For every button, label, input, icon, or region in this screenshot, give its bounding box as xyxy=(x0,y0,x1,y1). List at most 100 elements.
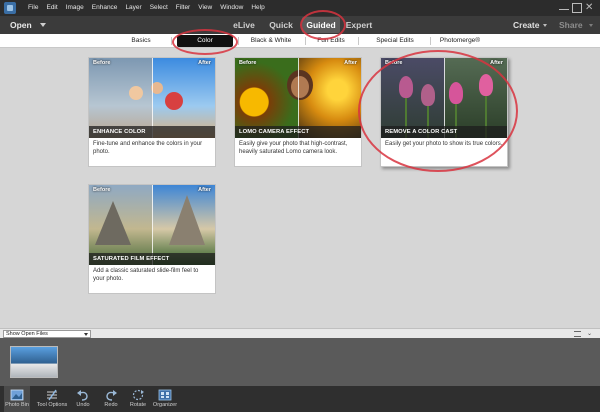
tab-quick[interactable]: Quick xyxy=(268,16,294,34)
subtab-photomerge[interactable]: Photomerge® xyxy=(432,34,488,48)
tab-expert[interactable]: Expert xyxy=(344,16,374,34)
person-face xyxy=(291,76,309,98)
tool-options-label: Tool Options xyxy=(36,402,68,408)
menu-window[interactable]: Window xyxy=(216,0,247,16)
undo-icon xyxy=(77,390,88,401)
subtab-divider xyxy=(238,37,239,45)
redo-icon xyxy=(106,390,117,401)
cliff-shape xyxy=(95,201,131,245)
collapse-chevron-icon[interactable]: ⌄ xyxy=(587,331,592,337)
menu-help[interactable]: Help xyxy=(247,0,268,16)
rotate-icon xyxy=(132,389,144,401)
rotate-label: Rotate xyxy=(129,402,147,408)
subtab-color[interactable]: Color xyxy=(177,35,233,47)
show-open-files-select[interactable]: Show Open Files xyxy=(3,330,91,338)
menu-image[interactable]: Image xyxy=(62,0,88,16)
guided-category-tabs: Basics Color Black & White Fun Edits Spe… xyxy=(0,34,600,48)
bin-menu-icon[interactable] xyxy=(574,331,581,337)
person-figure xyxy=(129,86,143,100)
subtab-divider xyxy=(305,37,306,45)
after-label: After xyxy=(198,187,211,193)
maximize-icon[interactable] xyxy=(572,3,582,13)
subtab-special-edits[interactable]: Special Edits xyxy=(360,34,430,48)
photo-bin-button[interactable]: Photo Bin xyxy=(4,386,30,412)
card-preview-image: Before After REMOVE A COLOR CAST xyxy=(381,58,507,138)
photo-bin-label: Photo Bin xyxy=(5,402,29,408)
bottom-toolbar: Photo Bin Tool Options Undo Redo Rotate … xyxy=(0,386,600,412)
menu-view[interactable]: View xyxy=(194,0,216,16)
create-button[interactable]: Create xyxy=(513,16,539,34)
menu-select[interactable]: Select xyxy=(146,0,172,16)
photo-thumbnail[interactable] xyxy=(10,346,58,378)
guided-edits-gallery: Before After ENHANCE COLOR Fine-tune and… xyxy=(0,48,600,328)
card-remove-a-color-cast[interactable]: Before After REMOVE A COLOR CAST Easily … xyxy=(380,57,508,167)
after-label: After xyxy=(344,60,357,66)
organizer-button[interactable]: Organizer xyxy=(150,386,180,412)
share-chevron-down-icon[interactable] xyxy=(589,24,593,27)
organizer-icon xyxy=(158,389,172,401)
menu-edit[interactable]: Edit xyxy=(42,0,61,16)
redo-label: Redo xyxy=(104,402,118,408)
mode-bar: Open eLive Quick Guided Expert Create Sh… xyxy=(0,16,600,34)
undo-label: Undo xyxy=(76,402,90,408)
card-lomo-camera-effect[interactable]: Before After LOMO CAMERA EFFECT Easily g… xyxy=(234,57,362,167)
card-title: LOMO CAMERA EFFECT xyxy=(235,126,361,138)
card-description: Easily give your photo that high-contras… xyxy=(239,141,348,155)
menu-layer[interactable]: Layer xyxy=(121,0,145,16)
undo-button[interactable]: Undo xyxy=(72,386,94,412)
after-label: After xyxy=(198,60,211,66)
tool-options-button[interactable]: Tool Options xyxy=(34,386,70,412)
after-label: After xyxy=(490,60,503,66)
before-label: Before xyxy=(93,187,111,193)
subtab-divider xyxy=(358,37,359,45)
organizer-label: Organizer xyxy=(152,402,178,408)
subtab-divider xyxy=(171,37,172,45)
tab-guided[interactable]: Guided xyxy=(302,17,340,33)
photo-bin-header: Show Open Files ⌄ xyxy=(0,328,600,338)
subtab-fun-edits[interactable]: Fun Edits xyxy=(307,34,355,48)
close-icon[interactable]: ✕ xyxy=(585,3,595,13)
share-button[interactable]: Share xyxy=(559,16,583,34)
menu-file[interactable]: File xyxy=(24,0,42,16)
select-value: Show Open Files xyxy=(6,331,48,337)
redo-button[interactable]: Redo xyxy=(100,386,122,412)
minimize-icon[interactable] xyxy=(559,3,569,10)
card-preview-image: Before After LOMO CAMERA EFFECT xyxy=(235,58,361,138)
photo-bin-icon xyxy=(10,389,24,401)
menu-bar: File Edit Image Enhance Layer Select Fil… xyxy=(0,0,600,16)
card-description: Fine-tune and enhance the colors in your… xyxy=(93,141,203,155)
card-description: Easily get your photo to show its true c… xyxy=(385,141,503,147)
subtab-basics[interactable]: Basics xyxy=(118,34,164,48)
card-description: Add a classic saturated slide-film feel … xyxy=(93,268,199,282)
person-figure xyxy=(165,92,183,110)
subtab-divider xyxy=(430,37,431,45)
create-chevron-down-icon[interactable] xyxy=(543,24,547,27)
subtab-black-white[interactable]: Black & White xyxy=(240,34,302,48)
open-chevron-down-icon[interactable] xyxy=(40,23,46,27)
tab-elive[interactable]: eLive xyxy=(230,16,258,34)
tulip-flower xyxy=(421,84,435,106)
card-preview-image: Before After ENHANCE COLOR xyxy=(89,58,215,138)
menu-items: File Edit Image Enhance Layer Select Fil… xyxy=(24,0,269,16)
cliff-shape xyxy=(169,195,205,245)
open-button[interactable]: Open xyxy=(10,16,32,34)
rotate-button[interactable]: Rotate xyxy=(126,386,150,412)
card-title: SATURATED FILM EFFECT xyxy=(89,253,215,265)
card-preview-image: Before After SATURATED FILM EFFECT xyxy=(89,185,215,265)
menu-filter[interactable]: Filter xyxy=(172,0,194,16)
app-logo-icon xyxy=(4,2,16,14)
card-saturated-film-effect[interactable]: Before After SATURATED FILM EFFECT Add a… xyxy=(88,184,216,294)
card-title: REMOVE A COLOR CAST xyxy=(381,126,507,138)
tulip-flower xyxy=(399,76,413,98)
tulip-flower xyxy=(479,74,493,96)
tulip-flower xyxy=(449,82,463,104)
menu-enhance[interactable]: Enhance xyxy=(88,0,122,16)
tool-options-icon xyxy=(47,389,57,401)
photoshop-elements-window: File Edit Image Enhance Layer Select Fil… xyxy=(0,0,600,412)
before-label: Before xyxy=(239,60,257,66)
before-label: Before xyxy=(385,60,403,66)
card-title: ENHANCE COLOR xyxy=(89,126,215,138)
before-label: Before xyxy=(93,60,111,66)
photo-bin xyxy=(0,338,600,386)
card-enhance-color[interactable]: Before After ENHANCE COLOR Fine-tune and… xyxy=(88,57,216,167)
